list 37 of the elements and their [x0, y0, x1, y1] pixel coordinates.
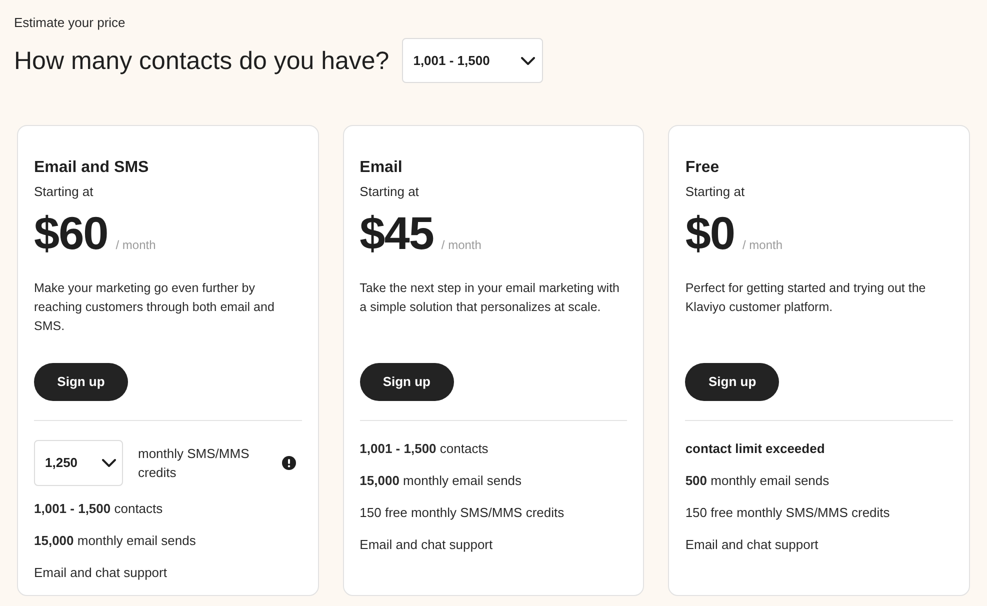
plan-description: Perfect for getting started and trying out the Klaviyo customer platform.: [685, 280, 927, 316]
feature-text: Email and chat support: [360, 536, 493, 554]
sign-up-button[interactable]: Sign up: [360, 363, 454, 401]
price-period: / month: [742, 237, 783, 254]
question-heading: How many contacts do you have?: [14, 46, 390, 76]
chevron-down-icon: [521, 56, 536, 64]
feature-text: Email and chat support: [685, 536, 818, 554]
feature-text: 500 monthly email sends: [685, 472, 830, 490]
price-amount: $45: [360, 210, 434, 256]
plan-description: Take the next step in your email marketing with a simple solution that personalizes at scale.: [360, 280, 621, 316]
credits-select[interactable]: 1,250: [34, 440, 123, 486]
price-period: / month: [441, 237, 482, 254]
plan-title: Email: [360, 158, 402, 178]
plan-title: Free: [685, 158, 720, 178]
plan-title: Email and SMS: [34, 158, 149, 178]
alert-icon[interactable]: [282, 456, 296, 470]
credits-label: monthly SMS/MMS credits: [138, 445, 250, 482]
feature-text: 150 free monthly SMS/MMS credits: [360, 504, 564, 522]
sign-up-button[interactable]: Sign up: [34, 363, 128, 401]
feature-text: 1,001 - 1,500 contacts: [34, 500, 163, 518]
price-amount: $60: [34, 210, 108, 256]
starting-at-label: Starting at: [360, 183, 419, 201]
starting-at-label: Starting at: [685, 183, 745, 201]
price-period: / month: [116, 237, 156, 254]
feature-text: 15,000 monthly email sends: [360, 472, 522, 490]
feature-text: 150 free monthly SMS/MMS credits: [685, 504, 890, 522]
feature-text: contact limit exceeded: [685, 440, 825, 458]
eyebrow-text: Estimate your price: [14, 14, 126, 32]
contacts-select[interactable]: 1,001 - 1,500: [402, 38, 544, 83]
feature-text: Email and chat support: [34, 564, 167, 582]
starting-at-label: Starting at: [34, 183, 94, 201]
plan-description: Make your marketing go even further by reaching customers through both email and SMS.: [34, 280, 276, 335]
feature-text: 15,000 monthly email sends: [34, 532, 196, 550]
price-amount: $0: [685, 210, 734, 256]
feature-text: 1,001 - 1,500 contacts: [360, 440, 488, 458]
sign-up-button[interactable]: Sign up: [685, 363, 780, 401]
chevron-down-icon: [102, 459, 116, 467]
